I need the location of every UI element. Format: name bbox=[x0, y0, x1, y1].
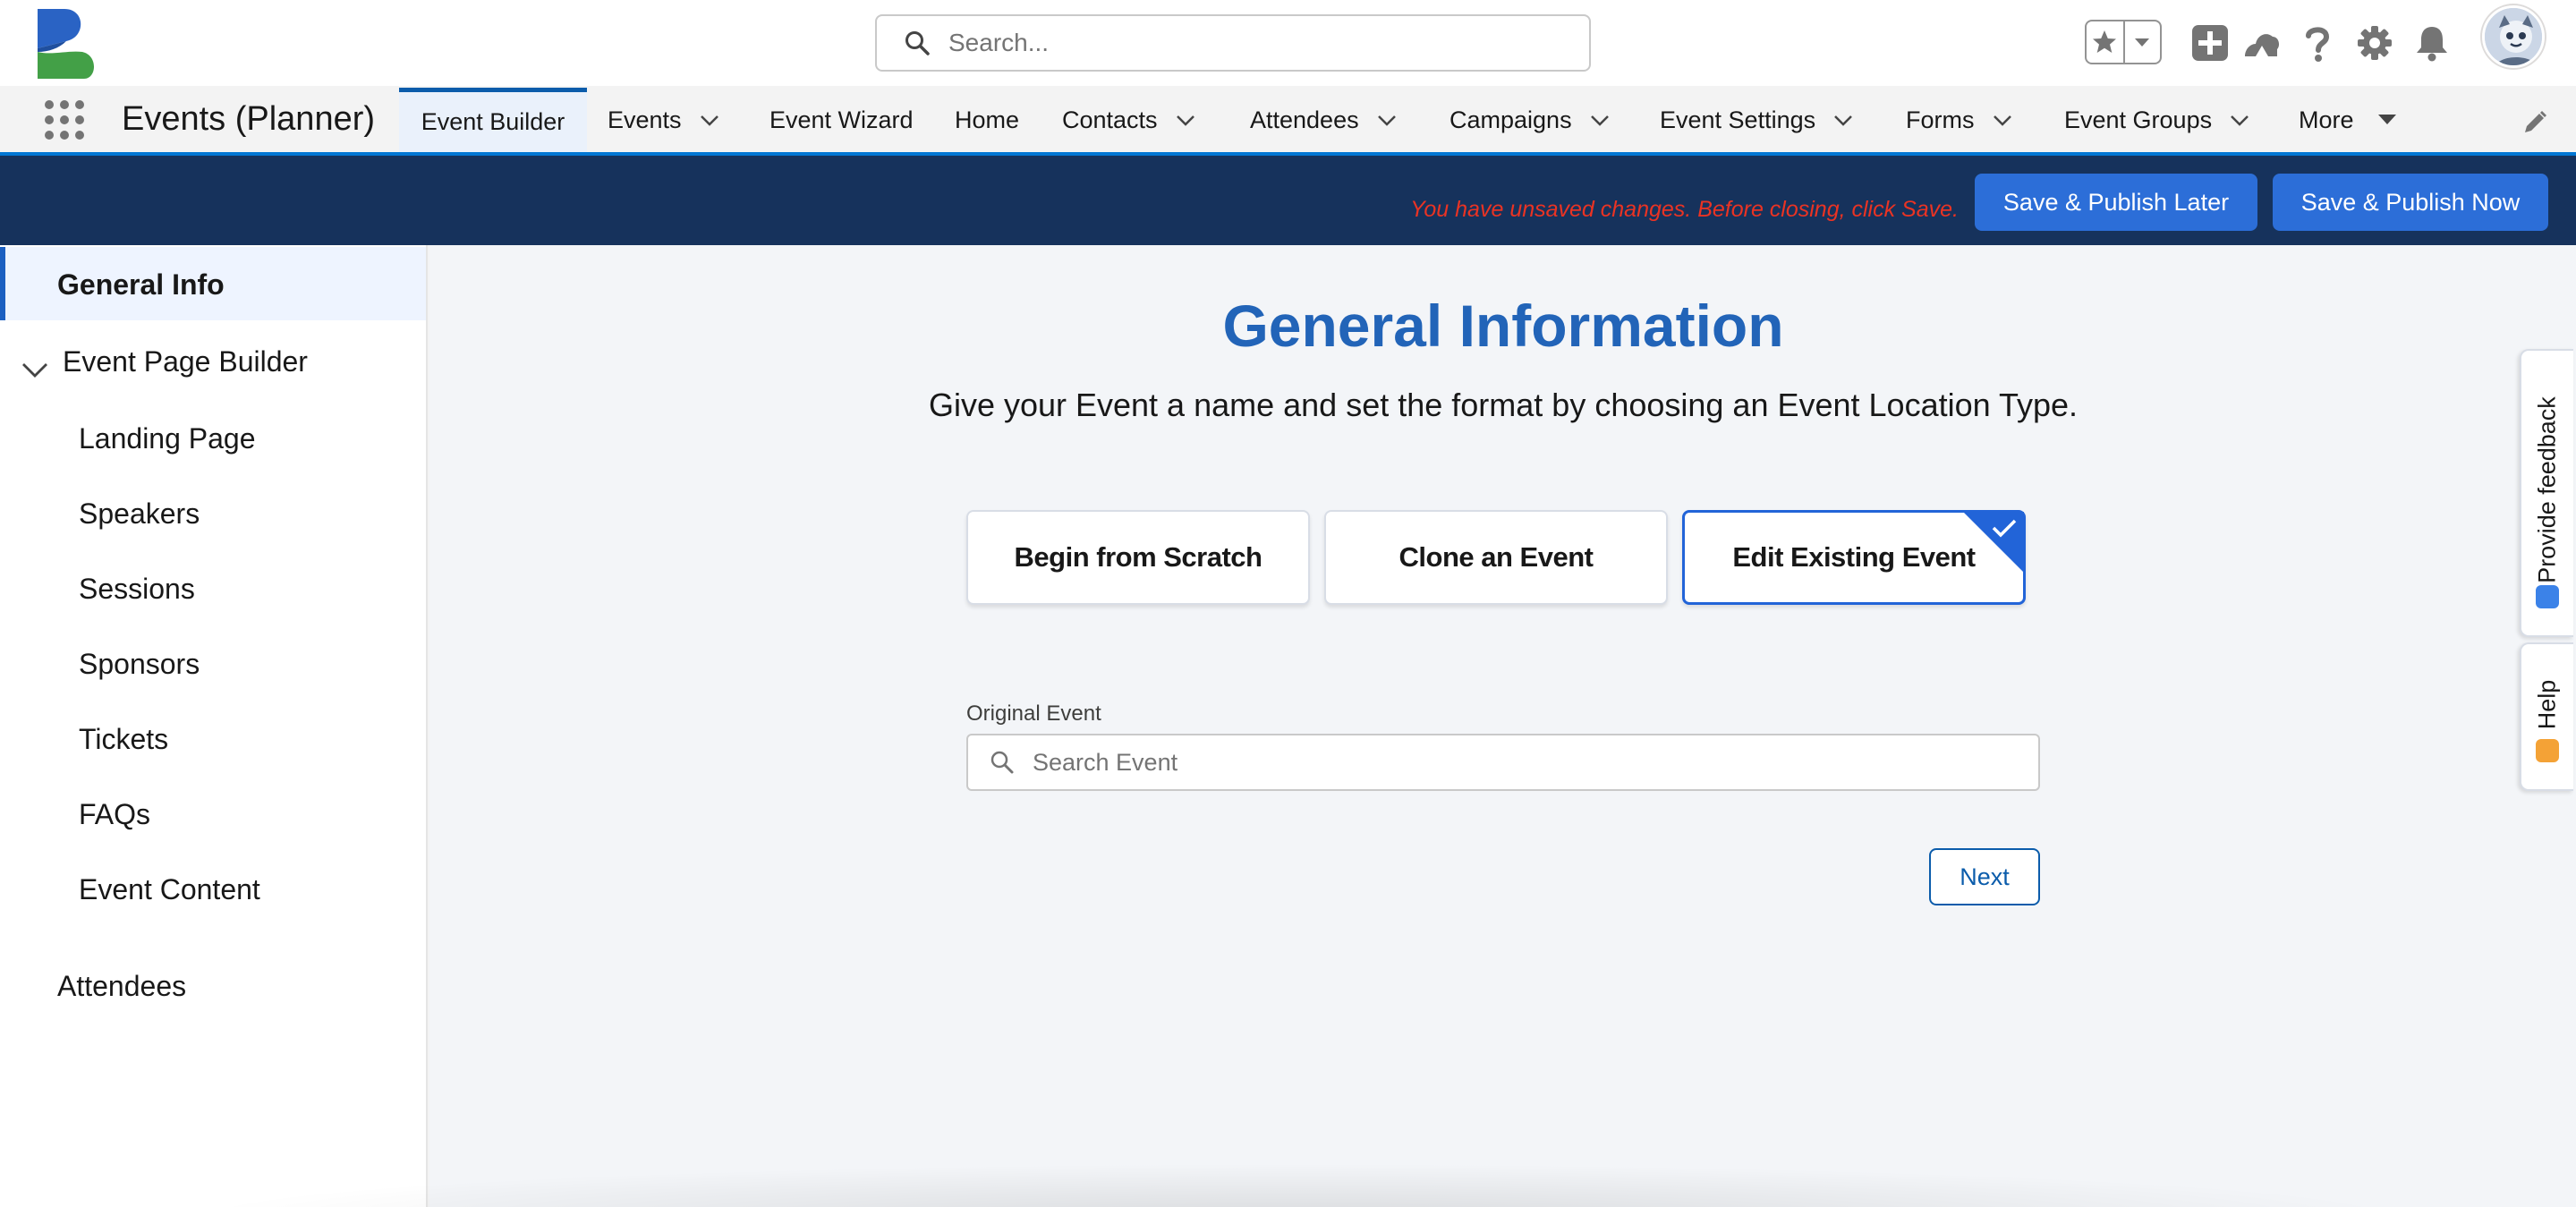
setup-gear-icon[interactable] bbox=[2353, 21, 2396, 64]
next-button[interactable]: Next bbox=[1929, 848, 2040, 905]
page-title: General Information bbox=[1222, 293, 1784, 359]
tab-label: More bbox=[2299, 106, 2354, 133]
tab-label: Attendees bbox=[1250, 106, 1359, 133]
nav-tabs: Event Builder bbox=[399, 88, 587, 152]
notification-bell-icon[interactable] bbox=[2410, 21, 2453, 64]
sidebar-item-general-info[interactable]: General Info bbox=[0, 247, 426, 320]
sidebar-item-tickets[interactable]: Tickets bbox=[79, 723, 168, 756]
tab-attendees[interactable]: Attendees bbox=[1250, 88, 1399, 152]
sidebar-item-sessions[interactable]: Sessions bbox=[79, 573, 195, 606]
app-name: Events (Planner) bbox=[122, 100, 376, 138]
sidebar-item-label: General Info bbox=[57, 268, 225, 301]
tab-contacts[interactable]: Contacts bbox=[1062, 88, 1197, 152]
chevron-down-icon[interactable] bbox=[1174, 108, 1197, 132]
trailhead-icon[interactable] bbox=[2240, 21, 2283, 64]
tab-label: Event Builder bbox=[421, 108, 565, 135]
feedback-icon bbox=[2536, 585, 2559, 608]
app-launcher-icon[interactable] bbox=[43, 98, 86, 141]
tab-event-wizard[interactable]: Event Wizard bbox=[769, 88, 914, 152]
user-avatar[interactable] bbox=[2482, 5, 2545, 68]
save-publish-later-button[interactable]: Save & Publish Later bbox=[1975, 174, 2257, 231]
provide-feedback-label: Provide feedback bbox=[2533, 396, 2561, 583]
favorites-group bbox=[2085, 20, 2162, 64]
sidebar-item-attendees[interactable]: Attendees bbox=[57, 970, 186, 1003]
page-subtitle: Give your Event a name and set the forma… bbox=[928, 387, 2079, 423]
option-label: Begin from Scratch bbox=[1014, 541, 1262, 573]
chevron-down-icon[interactable] bbox=[1375, 108, 1399, 132]
tab-label: Event Settings bbox=[1660, 106, 1816, 133]
tab-label: Event Groups bbox=[2064, 106, 2213, 133]
tab-label: Campaigns bbox=[1450, 106, 1572, 133]
sidebar-item-faqs[interactable]: FAQs bbox=[79, 798, 150, 831]
tab-more[interactable]: More bbox=[2299, 88, 2399, 152]
tab-label: Events bbox=[608, 106, 682, 133]
tab-event-builder[interactable]: Event Builder bbox=[399, 88, 587, 152]
tab-event-settings[interactable]: Event Settings bbox=[1660, 88, 1855, 152]
bottom-shadow bbox=[179, 1163, 2416, 1207]
sidebar-item-event-content[interactable]: Event Content bbox=[79, 873, 260, 906]
sidebar-item-sponsors[interactable]: Sponsors bbox=[79, 648, 200, 681]
edit-nav-pencil-icon[interactable] bbox=[2521, 109, 2548, 136]
chevron-down-icon[interactable] bbox=[20, 354, 50, 385]
help-tab[interactable]: Help bbox=[2520, 642, 2573, 791]
main-content: General Information Give your Event a na… bbox=[429, 245, 2523, 1207]
sidebar-item-speakers[interactable]: Speakers bbox=[79, 497, 200, 531]
original-event-label: Original Event bbox=[966, 701, 1101, 726]
original-event-search[interactable] bbox=[966, 734, 2040, 791]
add-icon[interactable] bbox=[2189, 21, 2232, 64]
favorites-star-icon[interactable] bbox=[2087, 21, 2123, 63]
chevron-down-icon[interactable] bbox=[1588, 108, 1611, 132]
tab-label: Forms bbox=[1906, 106, 1975, 133]
clone-event-option[interactable]: Clone an Event bbox=[1324, 510, 1668, 605]
tab-label: Home bbox=[955, 106, 1020, 133]
tab-label: Event Wizard bbox=[769, 106, 914, 133]
builder-action-bar: You have unsaved changes. Before closing… bbox=[0, 156, 2576, 245]
tab-home[interactable]: Home bbox=[955, 88, 1019, 152]
help-widget-icon bbox=[2536, 739, 2559, 762]
global-header bbox=[0, 0, 2576, 86]
search-icon bbox=[990, 751, 1014, 774]
unsaved-changes-warning: You have unsaved changes. Before closing… bbox=[1410, 197, 1959, 222]
tab-events[interactable]: Events bbox=[608, 88, 721, 152]
chevron-down-icon[interactable] bbox=[1832, 108, 1855, 132]
begin-from-scratch-option[interactable]: Begin from Scratch bbox=[966, 510, 1310, 605]
global-search[interactable] bbox=[875, 14, 1591, 72]
selected-check-icon bbox=[1963, 512, 2024, 573]
search-icon bbox=[905, 31, 930, 55]
caret-down-icon[interactable] bbox=[2376, 108, 2399, 132]
tab-campaigns[interactable]: Campaigns bbox=[1450, 88, 1611, 152]
option-label: Clone an Event bbox=[1399, 541, 1594, 573]
tab-event-groups[interactable]: Event Groups bbox=[2064, 88, 2251, 152]
builder-sidebar: General Info Event Page Builder Landing … bbox=[0, 245, 428, 1207]
provide-feedback-tab[interactable]: Provide feedback bbox=[2520, 349, 2573, 637]
favorites-dropdown-icon[interactable] bbox=[2122, 21, 2160, 63]
chevron-down-icon[interactable] bbox=[2228, 108, 2251, 132]
chevron-down-icon[interactable] bbox=[698, 108, 721, 132]
save-publish-now-button[interactable]: Save & Publish Now bbox=[2273, 174, 2548, 231]
option-label: Edit Existing Event bbox=[1732, 541, 1976, 573]
original-event-input[interactable] bbox=[1033, 748, 2017, 777]
global-search-input[interactable] bbox=[948, 29, 1575, 57]
sidebar-item-landing-page[interactable]: Landing Page bbox=[79, 422, 256, 455]
chevron-down-icon[interactable] bbox=[1991, 108, 2014, 132]
help-icon[interactable] bbox=[2296, 21, 2339, 64]
tab-forms[interactable]: Forms bbox=[1906, 88, 2014, 152]
tab-label: Contacts bbox=[1062, 106, 1158, 133]
app-logo[interactable] bbox=[34, 5, 97, 81]
sidebar-section-event-page-builder[interactable]: Event Page Builder bbox=[63, 345, 308, 378]
help-label: Help bbox=[2533, 679, 2561, 730]
edit-existing-event-option[interactable]: Edit Existing Event bbox=[1682, 510, 2026, 605]
